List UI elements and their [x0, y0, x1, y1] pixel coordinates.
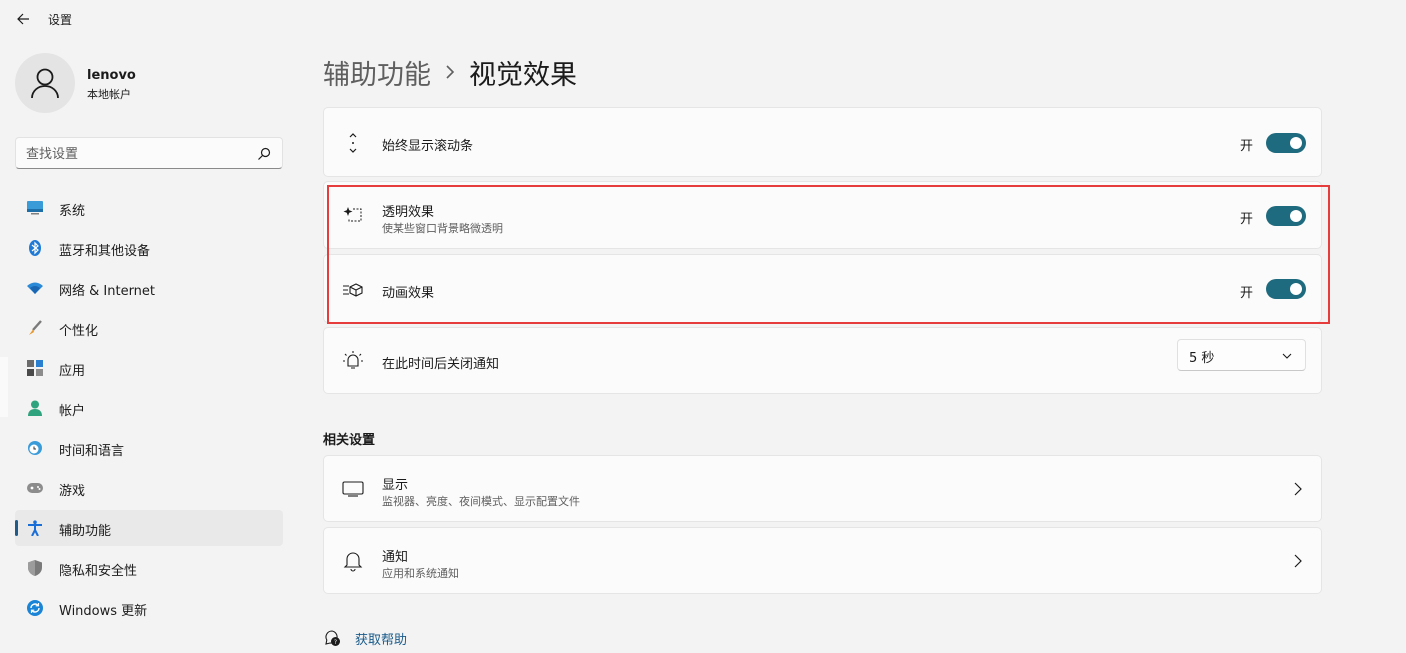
toggle-state-label: 开	[1240, 139, 1254, 154]
sidebar-item-gaming[interactable]: 游戏	[15, 470, 283, 506]
update-icon	[27, 600, 43, 616]
back-button[interactable]	[12, 8, 34, 30]
avatar	[15, 53, 75, 113]
chevron-right-icon	[445, 64, 455, 80]
highlight-box	[327, 185, 1330, 324]
user-profile[interactable]: lenovo 本地帐户	[15, 53, 295, 113]
related-card-notifications[interactable]: 通知 应用和系统通知	[323, 527, 1322, 594]
monitor-icon	[342, 478, 364, 500]
system-icon	[27, 200, 43, 216]
scrollbar-arrows-icon	[342, 132, 364, 154]
back-arrow-icon	[17, 13, 29, 25]
related-settings-heading: 相关设置	[323, 433, 376, 448]
sidebar-item-label: 帐户	[59, 404, 86, 419]
sidebar-item-privacy[interactable]: 隐私和安全性	[15, 550, 283, 586]
user-account-type: 本地帐户	[87, 88, 131, 101]
shield-icon	[27, 560, 43, 576]
apps-icon	[27, 360, 43, 376]
person-icon	[31, 68, 59, 99]
sidebar-item-label: Windows 更新	[59, 604, 148, 619]
accessibility-icon	[27, 520, 43, 536]
sidebar-item-time-language[interactable]: 时间和语言	[15, 430, 283, 466]
related-card-display[interactable]: 显示 监视器、亮度、夜间模式、显示配置文件	[323, 455, 1322, 522]
sidebar-item-label: 时间和语言	[59, 444, 125, 459]
sidebar-item-label: 应用	[59, 364, 86, 379]
chevron-right-icon	[1290, 481, 1306, 497]
breadcrumb: 辅助功能 视觉效果	[323, 52, 577, 92]
get-help-link[interactable]: ? 获取帮助	[323, 628, 407, 648]
help-chat-icon: ?	[323, 629, 341, 647]
setting-card-notification-timeout: 在此时间后关闭通知 5 秒	[323, 327, 1322, 394]
bell-icon	[342, 550, 364, 572]
sidebar-item-system[interactable]: 系统	[15, 190, 283, 226]
notification-timer-icon	[342, 350, 364, 372]
sidebar-item-personalization[interactable]: 个性化	[15, 310, 283, 346]
dropdown-value: 5 秒	[1189, 351, 1215, 366]
scrollbars-toggle[interactable]	[1266, 133, 1306, 153]
window-edge	[0, 357, 8, 417]
sidebar-item-label: 蓝牙和其他设备	[59, 244, 151, 259]
setting-subtitle: 监视器、亮度、夜间模式、显示配置文件	[382, 495, 580, 508]
sidebar-item-label: 网络 & Internet	[59, 284, 156, 299]
sidebar-item-label: 游戏	[59, 484, 86, 499]
breadcrumb-parent[interactable]: 辅助功能	[323, 53, 431, 92]
setting-title: 通知	[382, 550, 409, 565]
gamepad-icon	[27, 480, 43, 496]
sidebar-item-label: 辅助功能	[59, 524, 112, 539]
page-title: 视觉效果	[469, 59, 577, 91]
setting-title: 始终显示滚动条	[382, 139, 474, 154]
bluetooth-icon	[27, 240, 43, 256]
sidebar-nav: 系统 蓝牙和其他设备 网络 & Internet 个性化 应用 帐户 时间和语言…	[15, 190, 283, 630]
sidebar-item-bluetooth[interactable]: 蓝牙和其他设备	[15, 230, 283, 266]
svg-text:?: ?	[334, 639, 337, 646]
sidebar-item-accessibility[interactable]: 辅助功能	[15, 510, 283, 546]
brush-icon	[27, 320, 43, 336]
app-title: 设置	[48, 13, 73, 27]
setting-subtitle: 应用和系统通知	[382, 567, 459, 580]
sidebar-item-apps[interactable]: 应用	[15, 350, 283, 386]
sidebar-item-windows-update[interactable]: Windows 更新	[15, 590, 283, 626]
setting-title: 在此时间后关闭通知	[382, 357, 500, 372]
sidebar-item-label: 个性化	[59, 324, 99, 339]
sidebar-item-network[interactable]: 网络 & Internet	[15, 270, 283, 306]
toggle-knob	[1290, 137, 1302, 149]
sidebar-item-label: 隐私和安全性	[59, 564, 138, 579]
chevron-right-icon	[1290, 553, 1306, 569]
account-icon	[27, 400, 43, 416]
active-indicator	[15, 520, 18, 536]
search-box[interactable]	[15, 137, 283, 169]
setting-title: 显示	[382, 478, 409, 493]
search-icon[interactable]	[256, 146, 272, 162]
setting-card-scrollbars: 始终显示滚动条 开	[323, 107, 1322, 177]
user-name: lenovo	[87, 68, 136, 83]
search-input[interactable]	[26, 144, 246, 164]
clock-globe-icon	[27, 440, 43, 456]
wifi-icon	[27, 280, 43, 296]
sidebar-item-label: 系统	[59, 204, 86, 219]
sidebar-item-accounts[interactable]: 帐户	[15, 390, 283, 426]
get-help-label[interactable]: 获取帮助	[355, 629, 407, 648]
title-bar: 设置	[0, 0, 1406, 40]
notification-timeout-dropdown[interactable]: 5 秒	[1177, 339, 1306, 371]
chevron-down-icon	[1282, 353, 1292, 359]
